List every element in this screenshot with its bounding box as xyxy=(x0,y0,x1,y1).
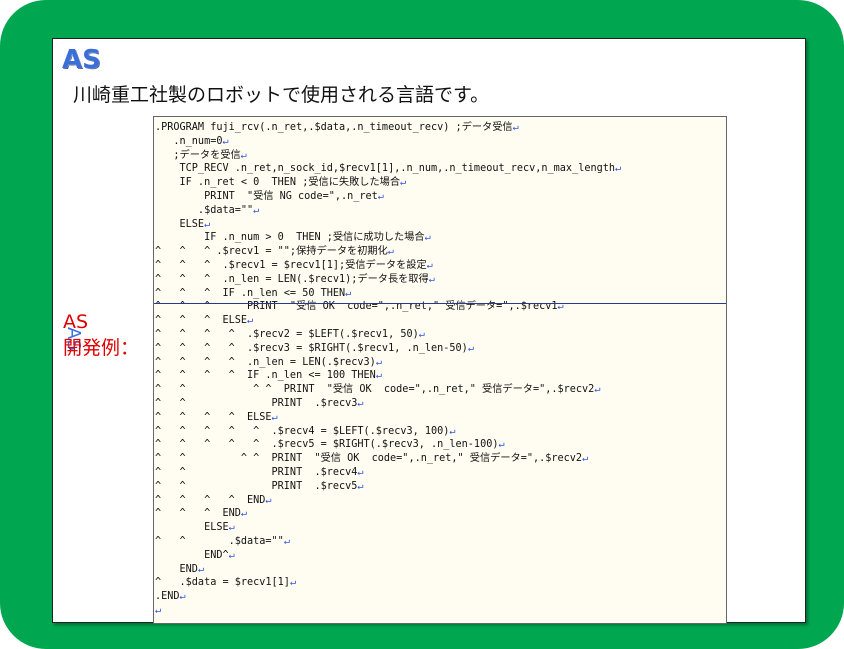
return-mark-icon: ↵ xyxy=(375,370,382,382)
code-line: IF .n_num > 0 THEN ;受信に成功した場合↵ xyxy=(155,232,431,244)
code-listing: .PROGRAM fuji_rcv(.n_ret,.$data,.n_timeo… xyxy=(154,117,726,618)
return-mark-icon: ↵ xyxy=(594,384,601,396)
return-mark-icon: ↵ xyxy=(377,190,384,202)
return-mark-icon: ↵ xyxy=(426,259,433,271)
code-line: ^ .$data = $recv1[1]↵ xyxy=(155,577,297,589)
return-mark-icon: ↵ xyxy=(179,591,186,603)
code-line: ^ ^ ^ ^ ^ .$recv4 = $LEFT(.$recv3, 100)↵ xyxy=(155,425,456,437)
code-line: ;データを受信↵ xyxy=(155,149,247,161)
return-mark-icon: ↵ xyxy=(222,135,229,147)
return-mark-icon: ↵ xyxy=(240,508,248,520)
code-line: .$data=""↵ xyxy=(155,204,260,216)
code-line: ^ ^ ^ END↵ xyxy=(155,508,248,520)
code-line: END^↵ xyxy=(155,549,235,561)
code-line: ^ ^ ^ ELSE↵ xyxy=(155,315,254,327)
code-line: ^ ^ ^ ^ ELSE↵ xyxy=(155,411,278,423)
code-line: ^ ^ ^ IF .n_len <= 50 THEN↵ xyxy=(155,287,352,299)
code-line: TCP_RECV .n_ret,n_sock_id,$recv1[1],.n_n… xyxy=(155,163,622,175)
green-frame: AS 川崎重工社製のロボットで使用される言語です。 AS AS 開発例： .PR… xyxy=(0,0,844,649)
return-mark-icon: ↵ xyxy=(253,204,260,216)
code-line: PRINT "受信 NG code=",.n_ret↵ xyxy=(155,190,384,202)
return-mark-icon: ↵ xyxy=(271,411,278,423)
return-mark-icon: ↵ xyxy=(228,549,235,561)
code-line: ^ ^ ^ ^ END↵ xyxy=(155,494,272,506)
return-mark-icon: ↵ xyxy=(357,466,364,478)
return-mark-icon: ↵ xyxy=(467,342,474,354)
return-mark-icon: ↵ xyxy=(204,218,211,230)
code-line: IF .n_ret < 0 THEN ;受信に失敗した場合↵ xyxy=(155,177,407,189)
return-mark-icon: ↵ xyxy=(615,163,622,175)
return-mark-icon: ↵ xyxy=(512,122,519,133)
return-mark-icon: ↵ xyxy=(424,232,431,244)
example-label-line2: 開発例： xyxy=(63,337,140,359)
code-line: .n_num=0↵ xyxy=(155,135,229,147)
code-line: END↵ xyxy=(155,563,205,575)
return-mark-icon: ↵ xyxy=(498,439,505,451)
example-label-line1: AS xyxy=(63,311,89,333)
code-line: ^ ^ ^ ^ IF .n_len <= 100 THEN↵ xyxy=(155,370,382,382)
code-line: ^ ^ PRINT .$recv5↵ xyxy=(155,480,364,492)
return-mark-icon: ↵ xyxy=(289,577,297,589)
return-mark-icon: ↵ xyxy=(387,246,394,258)
code-line: ^ ^ ^ ^ .$recv2 = $LEFT(.$recv1, 50)↵ xyxy=(155,328,425,340)
return-mark-icon: ↵ xyxy=(357,397,364,409)
code-line: ^ ^ .$data=""↵ xyxy=(155,535,290,547)
code-line: ELSE↵ xyxy=(155,218,211,230)
as-logo: AS xyxy=(62,45,101,75)
return-mark-icon: ↵ xyxy=(155,604,162,616)
return-mark-icon: ↵ xyxy=(345,287,352,299)
return-mark-icon: ↵ xyxy=(418,328,425,340)
code-line: .END↵ xyxy=(155,591,186,603)
return-mark-icon: ↵ xyxy=(247,315,254,327)
code-line: ^ ^ ^ ^ PRINT "受信 OK code=",.n_ret," 受信デ… xyxy=(155,453,589,465)
code-line: ^ ^ PRINT .$recv3↵ xyxy=(155,397,364,409)
return-mark-icon: ↵ xyxy=(197,563,205,575)
code-line: ^ ^ ^ ^ ^ .$recv5 = $RIGHT(.$recv3, .n_l… xyxy=(155,439,505,451)
return-mark-icon: ↵ xyxy=(400,177,407,189)
language-description: 川崎重工社製のロボットで使用される言語です。 xyxy=(73,84,490,106)
code-line: ^ ^ ^ ^ PRINT "受信 OK code=",.n_ret," 受信デ… xyxy=(155,384,601,396)
example-label: AS 開発例： xyxy=(63,309,139,361)
code-line: ^ ^ ^ ^ .$recv3 = $RIGHT(.$recv1, .n_len… xyxy=(155,342,474,354)
return-mark-icon: ↵ xyxy=(375,356,382,368)
code-line: ^ ^ ^ .$recv1 = $recv1[1];受信データを設定↵ xyxy=(155,259,433,271)
return-mark-icon: ↵ xyxy=(582,453,589,465)
return-mark-icon: ↵ xyxy=(265,494,272,506)
return-mark-icon: ↵ xyxy=(428,273,435,285)
code-box: .PROGRAM fuji_rcv(.n_ret,.$data,.n_timeo… xyxy=(153,116,727,624)
code-line: ^ ^ ^ .n_len = LEN(.$recv1);データ長を取得↵ xyxy=(155,273,435,285)
return-mark-icon: ↵ xyxy=(228,522,235,534)
code-line: ^ ^ ^ .$recv1 = "";保持データを初期化↵ xyxy=(155,246,394,258)
page-divider xyxy=(154,303,726,304)
return-mark-icon: ↵ xyxy=(449,425,456,437)
return-mark-icon: ↵ xyxy=(357,480,364,492)
code-line: ^ ^ PRINT .$recv4↵ xyxy=(155,466,364,478)
code-line: ↵ xyxy=(155,604,726,618)
return-mark-icon: ↵ xyxy=(240,149,247,161)
code-line: ELSE↵ xyxy=(155,522,235,534)
content-panel: AS 川崎重工社製のロボットで使用される言語です。 AS AS 開発例： .PR… xyxy=(52,38,806,624)
return-mark-icon: ↵ xyxy=(283,535,290,547)
code-line: ^ ^ ^ ^ .n_len = LEN(.$recv3)↵ xyxy=(155,356,382,368)
code-line: .PROGRAM fuji_rcv(.n_ret,.$data,.n_timeo… xyxy=(155,122,519,133)
